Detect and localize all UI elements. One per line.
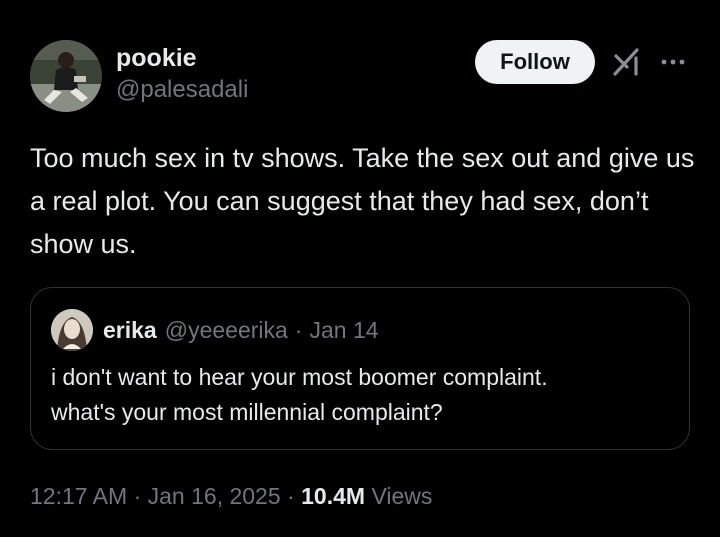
quoted-separator: · [294,316,303,343]
follow-button[interactable]: Follow [475,40,595,84]
quoted-text-line-2: what's your most millennial complaint? [51,399,443,425]
quoted-author-avatar-image [51,309,93,351]
quoted-text-line-1: i don't want to hear your most boomer co… [51,364,548,390]
meta-separator: · [133,483,142,509]
author-handle[interactable]: @palesadali [116,74,248,106]
author-avatar-image [30,40,102,112]
tweet-card: pookie @palesadali Follow Too much sex i… [0,0,720,537]
more-options-icon[interactable] [658,48,688,76]
grok-icon[interactable] [612,46,642,78]
quoted-tweet[interactable]: erika @yeeeerika · Jan 14 i don't want t… [30,287,690,450]
tweet-text: Too much sex in tv shows. Take the sex o… [30,143,695,259]
views-count[interactable]: 10.4M [301,483,365,509]
quoted-date[interactable]: Jan 14 [309,317,378,344]
views-label: Views [371,483,433,509]
quoted-tweet-header: erika @yeeeerika · Jan 14 [51,309,379,351]
quoted-author-handle[interactable]: @yeeeerika [165,317,288,344]
author-display-name[interactable]: pookie [116,42,248,74]
quoted-tweet-text: i don't want to hear your most boomer co… [51,360,671,430]
author-avatar[interactable] [30,40,102,112]
quoted-author-display-name[interactable]: erika [103,317,157,344]
tweet-header: pookie @palesadali Follow [30,40,694,112]
quoted-author-avatar[interactable] [51,309,93,351]
tweet-time[interactable]: 12:17 AM [30,483,127,509]
author-names: pookie @palesadali [116,42,248,106]
tweet-date[interactable]: Jan 16, 2025 [148,483,281,509]
tweet-meta: 12:17 AM · Jan 16, 2025 · 10.4M Views [30,480,432,512]
meta-separator: · [287,483,295,509]
